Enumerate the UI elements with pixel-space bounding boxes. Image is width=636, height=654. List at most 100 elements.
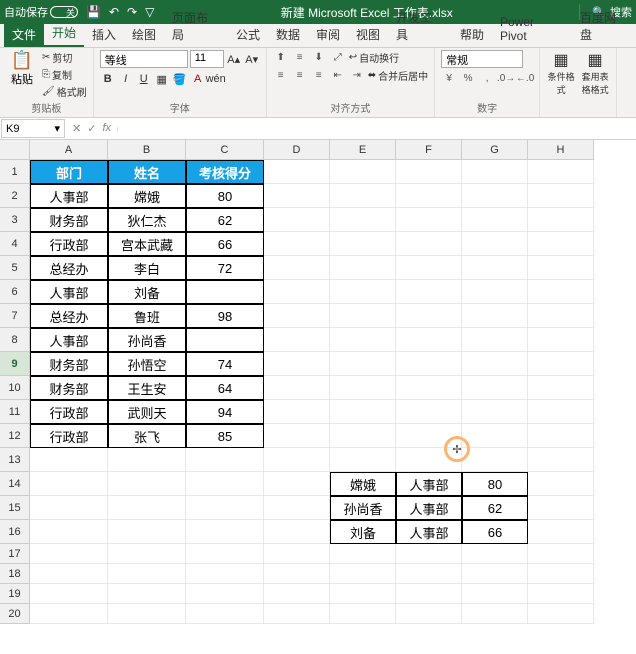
cell[interactable] bbox=[186, 280, 264, 304]
row-header[interactable]: 6 bbox=[0, 280, 30, 304]
cell[interactable] bbox=[528, 584, 594, 604]
row-header[interactable]: 20 bbox=[0, 604, 30, 624]
cell[interactable] bbox=[330, 160, 396, 184]
cell[interactable] bbox=[264, 496, 330, 520]
cell[interactable] bbox=[264, 448, 330, 472]
cell[interactable] bbox=[528, 544, 594, 564]
row-header[interactable]: 12 bbox=[0, 424, 30, 448]
tab-powerpivot[interactable]: Power Pivot bbox=[492, 11, 572, 47]
cell[interactable] bbox=[396, 328, 462, 352]
tab-layout[interactable]: 页面布局 bbox=[164, 5, 228, 47]
cell[interactable] bbox=[528, 256, 594, 280]
cell[interactable] bbox=[264, 424, 330, 448]
cell[interactable] bbox=[264, 564, 330, 584]
cell[interactable] bbox=[186, 520, 264, 544]
cell[interactable] bbox=[330, 584, 396, 604]
cell[interactable] bbox=[330, 304, 396, 328]
cell[interactable]: 66 bbox=[186, 232, 264, 256]
cell[interactable] bbox=[264, 520, 330, 544]
cell[interactable] bbox=[396, 160, 462, 184]
table-format-button[interactable]: ▦ 套用表格格式 bbox=[580, 50, 610, 96]
cell[interactable]: 人事部 bbox=[396, 520, 462, 544]
col-header[interactable]: A bbox=[30, 140, 108, 160]
italic-button[interactable]: I bbox=[118, 71, 134, 87]
cell[interactable]: 考核得分 bbox=[186, 160, 264, 184]
cell[interactable] bbox=[396, 208, 462, 232]
cell[interactable] bbox=[330, 184, 396, 208]
cell[interactable] bbox=[108, 472, 186, 496]
tab-home[interactable]: 开始 bbox=[44, 20, 84, 47]
name-box[interactable]: K9 ▾ bbox=[1, 119, 65, 138]
increase-font-icon[interactable]: A▴ bbox=[226, 51, 242, 67]
cell[interactable] bbox=[264, 256, 330, 280]
tab-baidu[interactable]: 百度网盘 bbox=[572, 5, 636, 47]
format-painter-button[interactable]: 🖌格式刷 bbox=[42, 84, 87, 99]
cells-area[interactable]: 部门姓名考核得分人事部嫦娥80财务部狄仁杰62行政部宫本武藏66总经办李白72人… bbox=[30, 160, 594, 624]
row-header[interactable]: 2 bbox=[0, 184, 30, 208]
cell[interactable] bbox=[396, 184, 462, 208]
cell[interactable] bbox=[264, 208, 330, 232]
row-header[interactable]: 7 bbox=[0, 304, 30, 328]
cell[interactable] bbox=[264, 400, 330, 424]
col-header[interactable]: D bbox=[264, 140, 330, 160]
cell[interactable]: 李白 bbox=[108, 256, 186, 280]
align-middle-icon[interactable]: ≡ bbox=[292, 51, 308, 65]
cut-button[interactable]: ✂剪切 bbox=[42, 50, 87, 65]
cell[interactable]: 刘备 bbox=[108, 280, 186, 304]
cell[interactable]: 孙尚香 bbox=[108, 328, 186, 352]
cell[interactable] bbox=[186, 328, 264, 352]
cell[interactable] bbox=[462, 256, 528, 280]
cell[interactable] bbox=[528, 604, 594, 624]
col-header[interactable]: F bbox=[396, 140, 462, 160]
row-header[interactable]: 19 bbox=[0, 584, 30, 604]
cell[interactable] bbox=[330, 232, 396, 256]
cell[interactable] bbox=[330, 424, 396, 448]
cell[interactable]: 人事部 bbox=[396, 496, 462, 520]
cell[interactable]: 人事部 bbox=[30, 184, 108, 208]
cell[interactable]: 85 bbox=[186, 424, 264, 448]
align-right-icon[interactable]: ≡ bbox=[311, 69, 327, 83]
cell[interactable] bbox=[462, 184, 528, 208]
row-header[interactable]: 13 bbox=[0, 448, 30, 472]
cell[interactable] bbox=[528, 232, 594, 256]
cell[interactable] bbox=[264, 304, 330, 328]
tab-file[interactable]: 文件 bbox=[4, 22, 44, 47]
cell[interactable] bbox=[528, 496, 594, 520]
cell[interactable] bbox=[264, 280, 330, 304]
cell[interactable] bbox=[462, 328, 528, 352]
cell[interactable] bbox=[462, 376, 528, 400]
cell[interactable] bbox=[396, 280, 462, 304]
cell[interactable] bbox=[264, 604, 330, 624]
cell[interactable] bbox=[186, 584, 264, 604]
cell[interactable] bbox=[108, 604, 186, 624]
cell[interactable]: 72 bbox=[186, 256, 264, 280]
underline-button[interactable]: U bbox=[136, 71, 152, 87]
cell[interactable]: 部门 bbox=[30, 160, 108, 184]
cell[interactable] bbox=[30, 544, 108, 564]
cell[interactable] bbox=[396, 604, 462, 624]
worksheet-grid[interactable]: A B C D E F G H 1 2 3 4 5 6 7 8 9 10 11 … bbox=[0, 140, 636, 654]
number-format-select[interactable]: 常规 bbox=[441, 50, 523, 68]
font-color-button[interactable]: A bbox=[190, 71, 206, 87]
col-header[interactable]: E bbox=[330, 140, 396, 160]
cell[interactable] bbox=[462, 160, 528, 184]
cell[interactable] bbox=[462, 448, 528, 472]
cell[interactable] bbox=[264, 352, 330, 376]
decrease-font-icon[interactable]: A▾ bbox=[244, 51, 260, 67]
col-header[interactable]: B bbox=[108, 140, 186, 160]
cell[interactable] bbox=[528, 352, 594, 376]
orientation-icon[interactable]: ⤢ bbox=[330, 51, 346, 65]
cell[interactable] bbox=[186, 564, 264, 584]
row-header[interactable]: 10 bbox=[0, 376, 30, 400]
paste-button[interactable]: 📋 粘贴 bbox=[6, 50, 38, 99]
cell[interactable]: 嫦娥 bbox=[108, 184, 186, 208]
filter-icon[interactable]: ▽ bbox=[145, 5, 154, 19]
cell[interactable] bbox=[264, 160, 330, 184]
cell[interactable] bbox=[528, 304, 594, 328]
cell[interactable]: 武则天 bbox=[108, 400, 186, 424]
formula-input[interactable] bbox=[117, 127, 636, 131]
cell[interactable] bbox=[30, 448, 108, 472]
autosave-switch[interactable]: 关 bbox=[50, 6, 78, 18]
cell[interactable] bbox=[396, 544, 462, 564]
cell[interactable] bbox=[108, 584, 186, 604]
